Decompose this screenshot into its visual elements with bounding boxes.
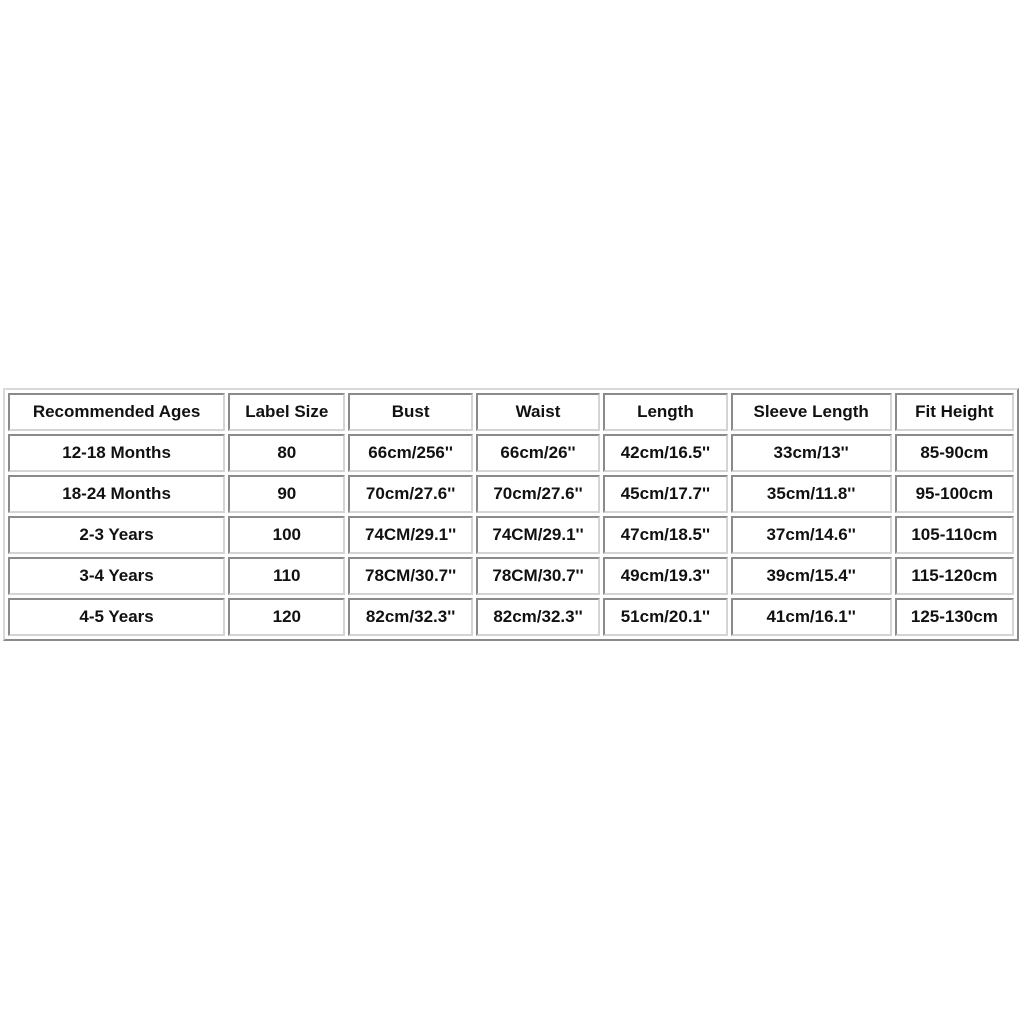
cell-label-size: 90	[228, 475, 346, 513]
cell-age: 18-24 Months	[8, 475, 226, 513]
cell-sleeve-length: 35cm/11.8''	[730, 475, 892, 513]
cell-fit-height: 85-90cm	[894, 434, 1014, 472]
cell-fit-height: 95-100cm	[894, 475, 1014, 513]
table-row: 18-24 Months 90 70cm/27.6'' 70cm/27.6'' …	[8, 475, 1014, 513]
cell-fit-height: 115-120cm	[894, 557, 1014, 595]
header-waist: Waist	[475, 393, 601, 431]
cell-bust: 66cm/256''	[348, 434, 473, 472]
cell-length: 42cm/16.5''	[603, 434, 728, 472]
table-row: 2-3 Years 100 74CM/29.1'' 74CM/29.1'' 47…	[8, 516, 1014, 554]
table-row: 3-4 Years 110 78CM/30.7'' 78CM/30.7'' 49…	[8, 557, 1014, 595]
cell-length: 47cm/18.5''	[603, 516, 728, 554]
cell-fit-height: 125-130cm	[894, 598, 1014, 636]
cell-waist: 74CM/29.1''	[475, 516, 601, 554]
cell-bust: 78CM/30.7''	[348, 557, 473, 595]
cell-length: 51cm/20.1''	[603, 598, 728, 636]
header-length: Length	[603, 393, 728, 431]
cell-sleeve-length: 37cm/14.6''	[730, 516, 892, 554]
cell-age: 3-4 Years	[8, 557, 226, 595]
cell-sleeve-length: 33cm/13''	[730, 434, 892, 472]
cell-waist: 66cm/26''	[475, 434, 601, 472]
header-label-size: Label Size	[228, 393, 346, 431]
cell-waist: 70cm/27.6''	[475, 475, 601, 513]
cell-age: 12-18 Months	[8, 434, 226, 472]
cell-bust: 82cm/32.3''	[348, 598, 473, 636]
cell-waist: 82cm/32.3''	[475, 598, 601, 636]
cell-length: 49cm/19.3''	[603, 557, 728, 595]
cell-age: 4-5 Years	[8, 598, 226, 636]
cell-fit-height: 105-110cm	[894, 516, 1014, 554]
cell-sleeve-length: 39cm/15.4''	[730, 557, 892, 595]
cell-bust: 74CM/29.1''	[348, 516, 473, 554]
header-sleeve-length: Sleeve Length	[730, 393, 892, 431]
cell-label-size: 110	[228, 557, 346, 595]
cell-length: 45cm/17.7''	[603, 475, 728, 513]
cell-label-size: 100	[228, 516, 346, 554]
header-recommended-ages: Recommended Ages	[8, 393, 226, 431]
header-fit-height: Fit Height	[894, 393, 1014, 431]
cell-bust: 70cm/27.6''	[348, 475, 473, 513]
cell-label-size: 120	[228, 598, 346, 636]
cell-waist: 78CM/30.7''	[475, 557, 601, 595]
cell-sleeve-length: 41cm/16.1''	[730, 598, 892, 636]
header-bust: Bust	[348, 393, 473, 431]
table-header-row: Recommended Ages Label Size Bust Waist L…	[8, 393, 1014, 431]
table-row: 4-5 Years 120 82cm/32.3'' 82cm/32.3'' 51…	[8, 598, 1014, 636]
size-chart-table: Recommended Ages Label Size Bust Waist L…	[3, 388, 1019, 641]
table-row: 12-18 Months 80 66cm/256'' 66cm/26'' 42c…	[8, 434, 1014, 472]
cell-label-size: 80	[228, 434, 346, 472]
cell-age: 2-3 Years	[8, 516, 226, 554]
